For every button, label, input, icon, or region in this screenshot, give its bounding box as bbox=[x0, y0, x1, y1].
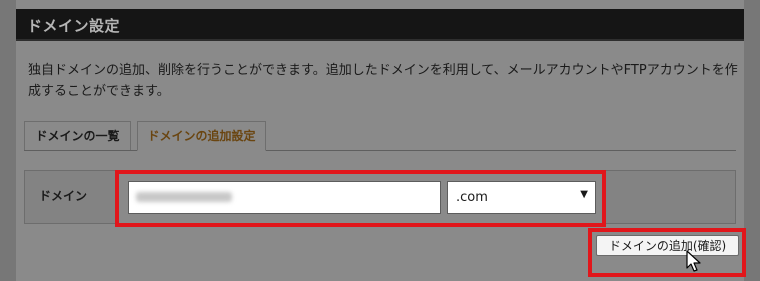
blurred-domain-text bbox=[136, 192, 232, 202]
chevron-down-icon: ▼ bbox=[580, 189, 588, 200]
tld-select[interactable]: .com ▼ bbox=[447, 181, 596, 214]
tabs-divider bbox=[24, 150, 736, 151]
tab-domain-add[interactable]: ドメインの追加設定 bbox=[137, 121, 266, 151]
page-header: ドメイン設定 bbox=[16, 9, 744, 41]
page-description: 独自ドメインの追加、削除を行うことができます。追加したドメインを利用して、メール… bbox=[28, 63, 738, 99]
add-domain-confirm-button[interactable]: ドメインの追加(確認) bbox=[596, 235, 739, 256]
page-title: ドメイン設定 bbox=[27, 17, 121, 35]
domain-field-label: ドメイン bbox=[39, 189, 88, 203]
tld-select-value: .com bbox=[456, 190, 488, 205]
mouse-cursor-icon bbox=[686, 250, 701, 272]
tab-domain-list[interactable]: ドメインの一覧 bbox=[24, 121, 131, 150]
